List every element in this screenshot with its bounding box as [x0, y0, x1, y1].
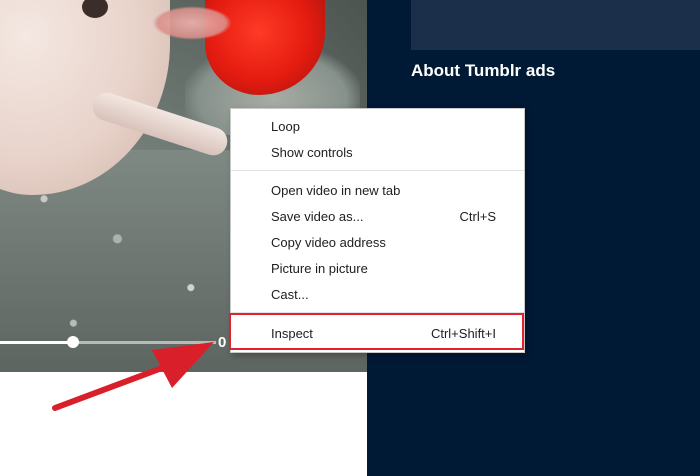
arrow-annotation-icon: [52, 342, 214, 411]
